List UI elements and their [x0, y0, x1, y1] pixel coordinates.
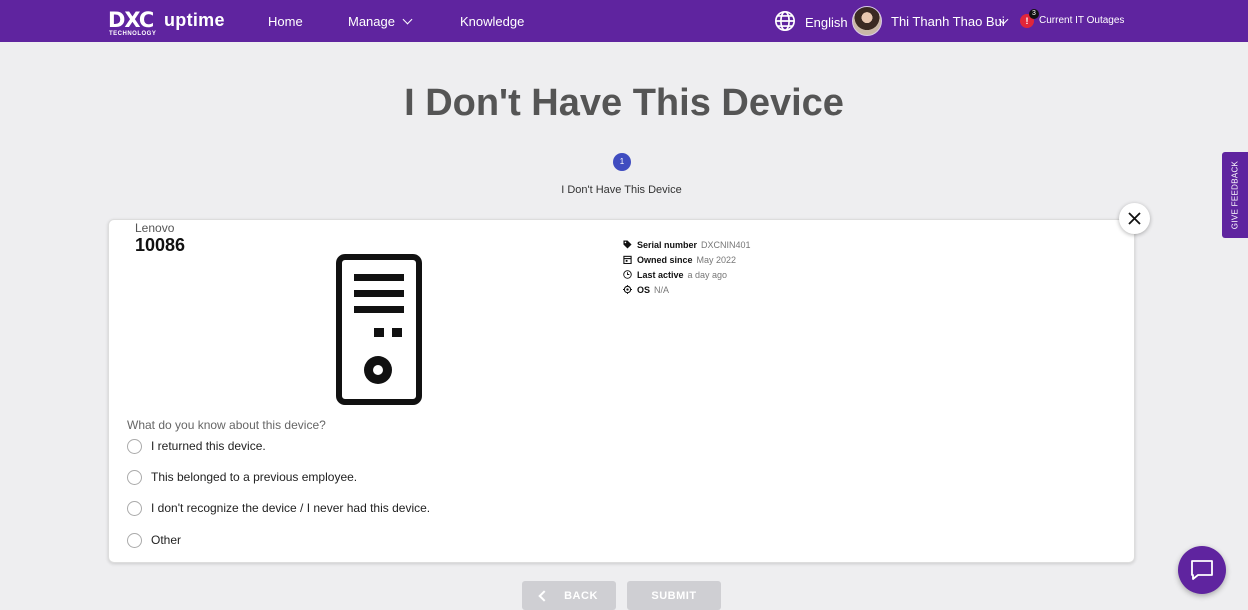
- logo-uptime-text: uptime: [164, 10, 225, 30]
- radio-button[interactable]: [127, 469, 142, 485]
- step-label: I Don't Have This Device: [561, 184, 682, 196]
- option-label: I don't recognize the device / I never h…: [151, 501, 431, 515]
- calendar-icon: [623, 255, 632, 264]
- target-icon: [623, 285, 632, 294]
- spec-value: a day ago: [687, 269, 728, 280]
- spec-serial-number: Serial number DXCNIN401: [623, 237, 751, 252]
- chevron-left-icon: [538, 589, 550, 602]
- give-feedback-tab[interactable]: GIVE FEEDBACK: [1222, 152, 1248, 238]
- chevron-down-icon: [402, 14, 413, 25]
- spec-last-active: Last active a day ago: [623, 267, 751, 282]
- alert-count-badge: 3: [1029, 9, 1039, 19]
- radio-button[interactable]: [127, 438, 142, 454]
- page-title: I Don't Have This Device: [404, 82, 844, 124]
- top-navigation-bar: DXC TECHNOLOGY uptime Home Manage Knowle…: [0, 0, 1248, 42]
- submit-button[interactable]: SUBMIT: [627, 581, 721, 610]
- tag-icon: [623, 240, 632, 249]
- option-not-recognized[interactable]: I don't recognize the device / I never h…: [127, 499, 430, 517]
- nav-manage-label: Manage: [348, 14, 395, 29]
- device-brand: Lenovo: [135, 221, 175, 235]
- spec-value: DXCNIN401: [701, 239, 751, 250]
- clock-icon: [623, 270, 632, 279]
- device-model: 10086: [135, 235, 186, 255]
- option-previous-employee[interactable]: This belonged to a previous employee.: [127, 468, 357, 486]
- chat-button[interactable]: [1178, 546, 1226, 594]
- device-specs: Serial number DXCNIN401 Owned since May …: [623, 237, 751, 297]
- logo-dxc-text: DXC: [108, 8, 154, 32]
- back-button[interactable]: BACK: [522, 581, 616, 610]
- close-icon: [1128, 212, 1141, 225]
- desktop-tower-icon: [336, 254, 422, 405]
- user-name-menu[interactable]: Thi Thanh Thao Bui: [891, 14, 1005, 29]
- back-button-label: BACK: [564, 589, 598, 602]
- language-selector[interactable]: English: [805, 15, 848, 30]
- option-label: I returned this device.: [151, 439, 266, 453]
- give-feedback-label: GIVE FEEDBACK: [1230, 160, 1240, 230]
- current-it-outages-link[interactable]: Current IT Outages: [1039, 15, 1124, 26]
- option-label: This belonged to a previous employee.: [151, 470, 358, 484]
- chat-bubble-icon: [1191, 560, 1213, 580]
- user-avatar[interactable]: [852, 6, 882, 36]
- spec-label: Owned since: [637, 254, 693, 265]
- radio-button[interactable]: [127, 500, 142, 516]
- globe-icon[interactable]: [774, 10, 796, 32]
- option-returned[interactable]: I returned this device.: [127, 437, 266, 455]
- nav-home-link[interactable]: Home: [268, 14, 303, 29]
- step-indicator: 1: [613, 153, 631, 171]
- option-other[interactable]: Other: [127, 531, 181, 549]
- spec-value: N/A: [654, 284, 670, 295]
- option-label: Other: [151, 533, 182, 547]
- nav-knowledge-link[interactable]: Knowledge: [460, 14, 524, 29]
- spec-os: OS N/A: [623, 282, 751, 297]
- spec-label: Serial number: [637, 239, 698, 250]
- spec-label: Last active: [637, 269, 684, 280]
- spec-label: OS: [637, 284, 651, 295]
- nav-manage-menu[interactable]: Manage: [348, 14, 413, 29]
- submit-button-label: SUBMIT: [651, 589, 697, 602]
- radio-button[interactable]: [127, 532, 142, 548]
- spec-owned-since: Owned since May 2022: [623, 252, 751, 267]
- logo-technology-text: TECHNOLOGY: [109, 31, 157, 37]
- spec-value: May 2022: [696, 254, 737, 265]
- close-button[interactable]: [1119, 203, 1150, 234]
- device-question: What do you know about this device?: [127, 418, 326, 432]
- device-card: Lenovo 10086 Serial number DXCNIN401 Own…: [108, 219, 1135, 563]
